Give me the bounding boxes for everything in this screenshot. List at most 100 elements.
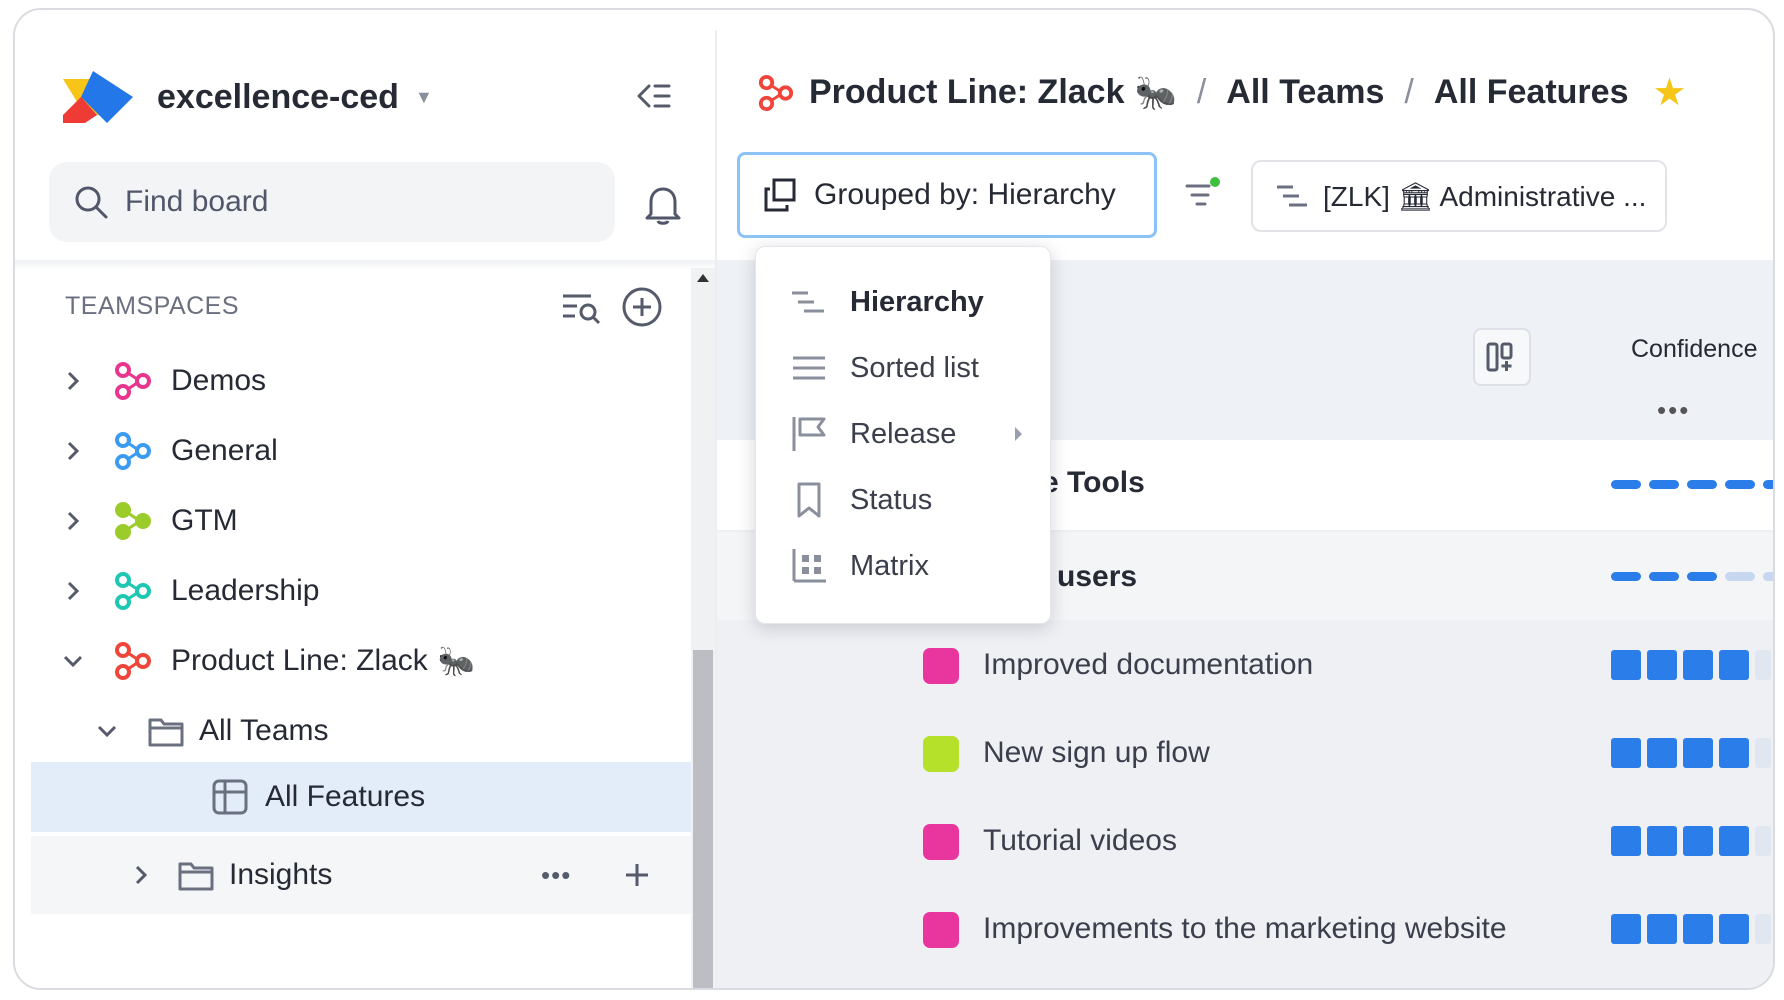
app-window: excellence-ced ▼ Find board TEAMSPACES D… [13, 8, 1775, 990]
filter-pill[interactable]: [ZLK] 🏛 Administrative ... [1251, 160, 1667, 232]
folder-icon [178, 862, 214, 891]
group-by-icon [764, 178, 796, 212]
breadcrumb-item-product-line[interactable]: Product Line: Zlack [809, 73, 1125, 112]
feature-color-swatch [923, 824, 959, 860]
feature-row[interactable]: Improvements to the marketing website [717, 886, 1773, 974]
menu-item-hierarchy[interactable]: Hierarchy [756, 269, 1052, 335]
group-by-label: Grouped by: Hierarchy [814, 178, 1116, 211]
sidebar-item-label: All Teams [199, 714, 329, 747]
menu-item-status[interactable]: Status [756, 467, 1052, 533]
confidence-blocks [1611, 650, 1771, 680]
sidebar-item-general[interactable]: General [31, 412, 691, 490]
add-icon[interactable] [623, 861, 651, 889]
sidebar-item-label: General [171, 434, 278, 467]
sidebar-item-insights[interactable]: Insights ••• [31, 836, 691, 914]
search-placeholder: Find board [125, 185, 269, 218]
list-icon [793, 356, 825, 380]
teamspace-icon [115, 642, 151, 680]
feature-label: Improvements to the marketing website [983, 912, 1507, 945]
add-teamspace-icon[interactable] [621, 286, 663, 328]
sidebar-item-label: GTM [171, 504, 238, 537]
star-favorite-icon[interactable]: ★ [1652, 70, 1686, 115]
hierarchy-icon [1277, 185, 1307, 207]
chevron-down-icon: ▼ [414, 86, 433, 107]
add-column-icon [1486, 342, 1513, 372]
bell-icon[interactable] [643, 182, 683, 226]
feature-row[interactable]: Tutorial videos [717, 798, 1773, 886]
breadcrumb-item-all-features: All Features [1433, 73, 1629, 111]
sidebar-item-all-features[interactable]: All Features [31, 762, 691, 832]
sidebar-divider [15, 260, 715, 270]
group-by-button[interactable]: Grouped by: Hierarchy [737, 152, 1157, 238]
table-board-icon [212, 779, 248, 815]
chevron-right-icon[interactable] [121, 863, 161, 887]
sidebar-item-leadership[interactable]: Leadership [31, 552, 691, 630]
menu-item-label: Matrix [850, 549, 929, 582]
filter-search-icon[interactable] [561, 290, 601, 326]
menu-item-label: Release [850, 417, 957, 450]
menu-item-release[interactable]: Release [756, 401, 1052, 467]
teamspace-icon [115, 502, 151, 540]
feature-color-swatch [923, 648, 959, 684]
more-options-icon[interactable]: ••• [541, 860, 571, 891]
flag-icon [792, 417, 826, 451]
sidebar: excellence-ced ▼ Find board TEAMSPACES D… [15, 10, 715, 988]
workspace-name: excellence-ced [157, 77, 399, 116]
sidebar-item-label: Leadership [171, 574, 320, 607]
confidence-blocks [1611, 826, 1771, 856]
breadcrumb-separator: / [1196, 73, 1207, 111]
bookmark-icon [797, 482, 821, 518]
breadcrumb-separator: / [1404, 73, 1414, 111]
teamspace-icon [115, 432, 151, 470]
sidebar-item-label: Insights [229, 858, 333, 891]
group-by-dropdown: Hierarchy Sorted list Release Status Mat… [755, 246, 1051, 624]
breadcrumb-item-all-teams[interactable]: All Teams [1226, 73, 1384, 112]
menu-item-label: Sorted list [850, 351, 979, 384]
collapse-sidebar-icon[interactable] [635, 80, 671, 112]
teamspace-icon [115, 362, 151, 400]
sidebar-item-demos[interactable]: Demos [31, 342, 691, 420]
feature-row[interactable]: Improved documentation [717, 622, 1773, 710]
menu-item-sorted-list[interactable]: Sorted list [756, 335, 1052, 401]
matrix-icon [792, 549, 826, 583]
sidebar-item-label: Demos [171, 364, 267, 397]
sidebar-item-all-teams[interactable]: All Teams [31, 692, 691, 770]
teamspace-icon [115, 572, 151, 610]
workspace-logo [63, 71, 133, 123]
menu-item-label: Hierarchy [850, 285, 984, 318]
workspace-switcher[interactable]: excellence-ced ▼ [63, 62, 433, 132]
column-more-icon[interactable]: ••• [1657, 395, 1690, 426]
feature-label: New sign up flow [983, 736, 1210, 769]
scroll-up-arrow-icon[interactable] [697, 274, 709, 282]
sidebar-item-gtm[interactable]: GTM [31, 482, 691, 560]
search-input[interactable]: Find board [49, 162, 615, 242]
add-column-button[interactable] [1473, 328, 1531, 386]
chevron-right-icon[interactable] [53, 509, 93, 533]
confidence-column-header[interactable]: Confidence [1631, 335, 1757, 364]
teamspace-icon [758, 74, 794, 111]
confidence-bar [1611, 480, 1773, 489]
confidence-blocks [1611, 738, 1771, 768]
sidebar-item-label: All Features [265, 780, 426, 813]
search-icon [75, 186, 108, 219]
sidebar-item-product-line-zlack[interactable]: Product Line: Zlack 🐜 [31, 622, 691, 700]
ant-emoji: 🐜 [1134, 73, 1177, 112]
feature-label: Improved documentation [983, 648, 1314, 681]
chevron-down-icon[interactable] [87, 723, 127, 739]
chevron-down-icon[interactable] [53, 653, 93, 669]
feature-color-swatch [923, 736, 959, 772]
chevron-right-icon[interactable] [53, 439, 93, 463]
confidence-bar [1611, 572, 1773, 581]
teamspaces-header: TEAMSPACES [65, 292, 240, 320]
scrollbar-thumb[interactable] [693, 650, 713, 988]
ant-emoji: 🐜 [437, 644, 476, 678]
confidence-blocks [1611, 914, 1771, 944]
feature-label: Tutorial videos [983, 824, 1177, 857]
chevron-right-icon[interactable] [53, 579, 93, 603]
feature-row[interactable]: New sign up flow [717, 710, 1773, 798]
filter-active-icon[interactable] [1183, 176, 1223, 216]
chevron-right-icon[interactable] [53, 369, 93, 393]
filter-pill-label: [ZLK] 🏛 Administrative ... [1323, 180, 1647, 212]
menu-item-matrix[interactable]: Matrix [756, 533, 1052, 599]
menu-item-label: Status [850, 483, 933, 516]
